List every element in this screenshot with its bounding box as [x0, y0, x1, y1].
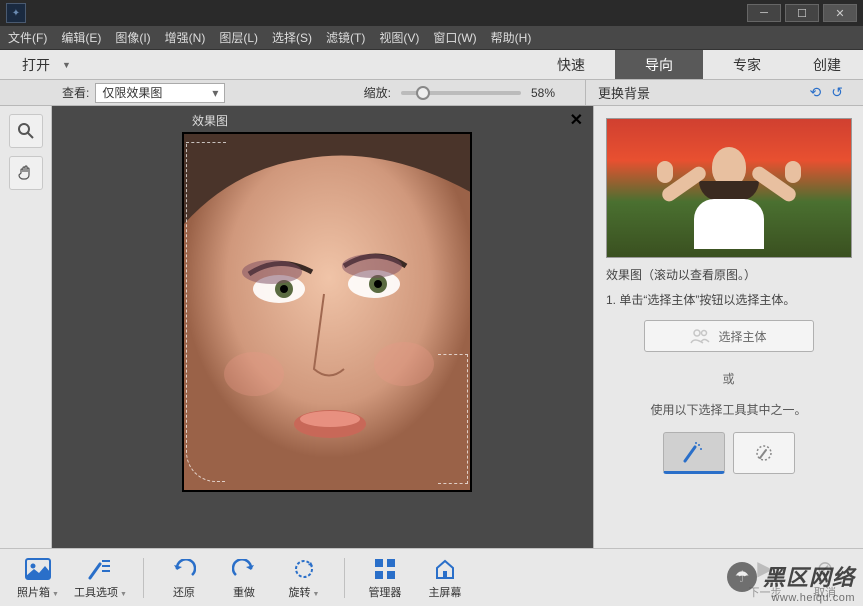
- zoom-value: 58%: [531, 86, 565, 100]
- bottom-toolbar: 照片箱▼ 工具选项▼ 还原 重做 旋转▼ 管理器 主屏幕 ▶ 下一步 ⊘ 取消 …: [0, 548, 863, 606]
- menu-item[interactable]: 图像(I): [115, 29, 150, 46]
- menu-item[interactable]: 选择(S): [272, 29, 312, 46]
- menu-item[interactable]: 滤镜(T): [326, 29, 365, 46]
- magic-wand-tool[interactable]: [733, 432, 795, 474]
- photobin-button[interactable]: 照片箱▼: [14, 556, 62, 600]
- zoom-slider[interactable]: [401, 91, 521, 95]
- menu-item[interactable]: 图层(L): [219, 29, 258, 46]
- next-button[interactable]: ▶ 下一步: [741, 556, 789, 600]
- zoom-label: 缩放:: [364, 84, 391, 101]
- menu-item[interactable]: 视图(V): [379, 29, 419, 46]
- tool-column: [0, 106, 52, 548]
- tooloptions-button[interactable]: 工具选项▼: [74, 556, 127, 600]
- quick-selection-tool[interactable]: [663, 432, 725, 474]
- sidebar-title: 更换背景: [598, 83, 650, 102]
- canvas-close[interactable]: ✕: [570, 110, 583, 130]
- view-label: 查看:: [62, 84, 89, 101]
- view-value: 仅限效果图: [102, 84, 162, 101]
- undo-icon[interactable]: ⟲: [810, 84, 822, 101]
- close-button[interactable]: ✕: [823, 4, 857, 22]
- zoom-group: 缩放: 58%: [364, 84, 585, 101]
- select-subject-label: 选择主体: [718, 328, 766, 345]
- open-bar: 打开 ▼ 快速 导向 专家 创建: [0, 50, 863, 80]
- rotate-button[interactable]: 旋转▼: [280, 556, 328, 600]
- menu-item[interactable]: 文件(F): [8, 29, 47, 46]
- sidebar-header: 更换背景 ⟲ ↺: [585, 80, 855, 106]
- main: 效果图 ✕: [0, 106, 863, 548]
- app-icon: ✦: [6, 3, 26, 23]
- menubar: 文件(F) 编辑(E) 图像(I) 增强(N) 图层(L) 选择(S) 滤镜(T) 视图(V)…: [0, 26, 863, 50]
- undo-button[interactable]: 还原: [160, 556, 208, 600]
- zoom-tool[interactable]: [9, 114, 43, 148]
- canvas-area: 效果图 ✕: [52, 106, 593, 548]
- home-icon: [432, 556, 458, 582]
- selection-tools: [606, 432, 851, 474]
- menu-item[interactable]: 帮助(H): [491, 29, 532, 46]
- reset-icon[interactable]: ↺: [831, 84, 843, 101]
- next-icon: ▶: [752, 556, 778, 582]
- undo-icon: [171, 556, 197, 582]
- canvas[interactable]: [182, 132, 472, 492]
- minimize-button[interactable]: ─: [747, 4, 781, 22]
- canvas-title: 效果图: [192, 112, 228, 129]
- menu-item[interactable]: 窗口(W): [433, 29, 476, 46]
- preview-image[interactable]: [606, 118, 852, 258]
- cancel-icon: ⊘: [812, 556, 838, 582]
- tooloptions-icon: [87, 556, 113, 582]
- create-button[interactable]: 创建: [791, 55, 863, 75]
- organizer-icon: [372, 556, 398, 582]
- options-bar: 查看: 仅限效果图 缩放: 58% 更换背景 ⟲ ↺: [0, 80, 863, 106]
- separator: [143, 558, 144, 598]
- right-panel: 效果图（滚动以查看原图。） 1. 单击“选择主体”按钮以选择主体。 选择主体 或…: [593, 106, 863, 548]
- open-label: 打开: [22, 55, 50, 75]
- window-controls: ─ ☐ ✕: [747, 4, 857, 22]
- menu-item[interactable]: 增强(N): [165, 29, 206, 46]
- titlebar: ✦ ─ ☐ ✕: [0, 0, 863, 26]
- zoom-thumb[interactable]: [416, 86, 430, 100]
- mode-tabs: 快速 导向 专家: [527, 50, 791, 79]
- redo-button[interactable]: 重做: [220, 556, 268, 600]
- preview-caption: 效果图（滚动以查看原图。）: [606, 266, 851, 283]
- view-select[interactable]: 仅限效果图: [95, 83, 225, 103]
- people-icon: [690, 328, 710, 344]
- open-button[interactable]: 打开 ▼: [0, 55, 89, 75]
- cancel-button[interactable]: ⊘ 取消: [801, 556, 849, 600]
- maximize-button[interactable]: ☐: [785, 4, 819, 22]
- select-subject-button[interactable]: 选择主体: [644, 320, 814, 352]
- hand-tool[interactable]: [9, 156, 43, 190]
- step1-text: 1. 单击“选择主体”按钮以选择主体。: [606, 291, 851, 308]
- organizer-button[interactable]: 管理器: [361, 556, 409, 600]
- tool-hint: 使用以下选择工具其中之一。: [606, 401, 851, 418]
- separator: [344, 558, 345, 598]
- redo-icon: [231, 556, 257, 582]
- home-button[interactable]: 主屏幕: [421, 556, 469, 600]
- caret-down-icon: ▼: [62, 60, 71, 70]
- rotate-icon: [291, 556, 317, 582]
- mode-quick[interactable]: 快速: [527, 50, 615, 79]
- mode-expert[interactable]: 专家: [703, 50, 791, 79]
- photobin-icon: [25, 556, 51, 582]
- mode-guided[interactable]: 导向: [615, 50, 703, 79]
- menu-item[interactable]: 编辑(E): [61, 29, 101, 46]
- or-separator: 或: [606, 370, 851, 387]
